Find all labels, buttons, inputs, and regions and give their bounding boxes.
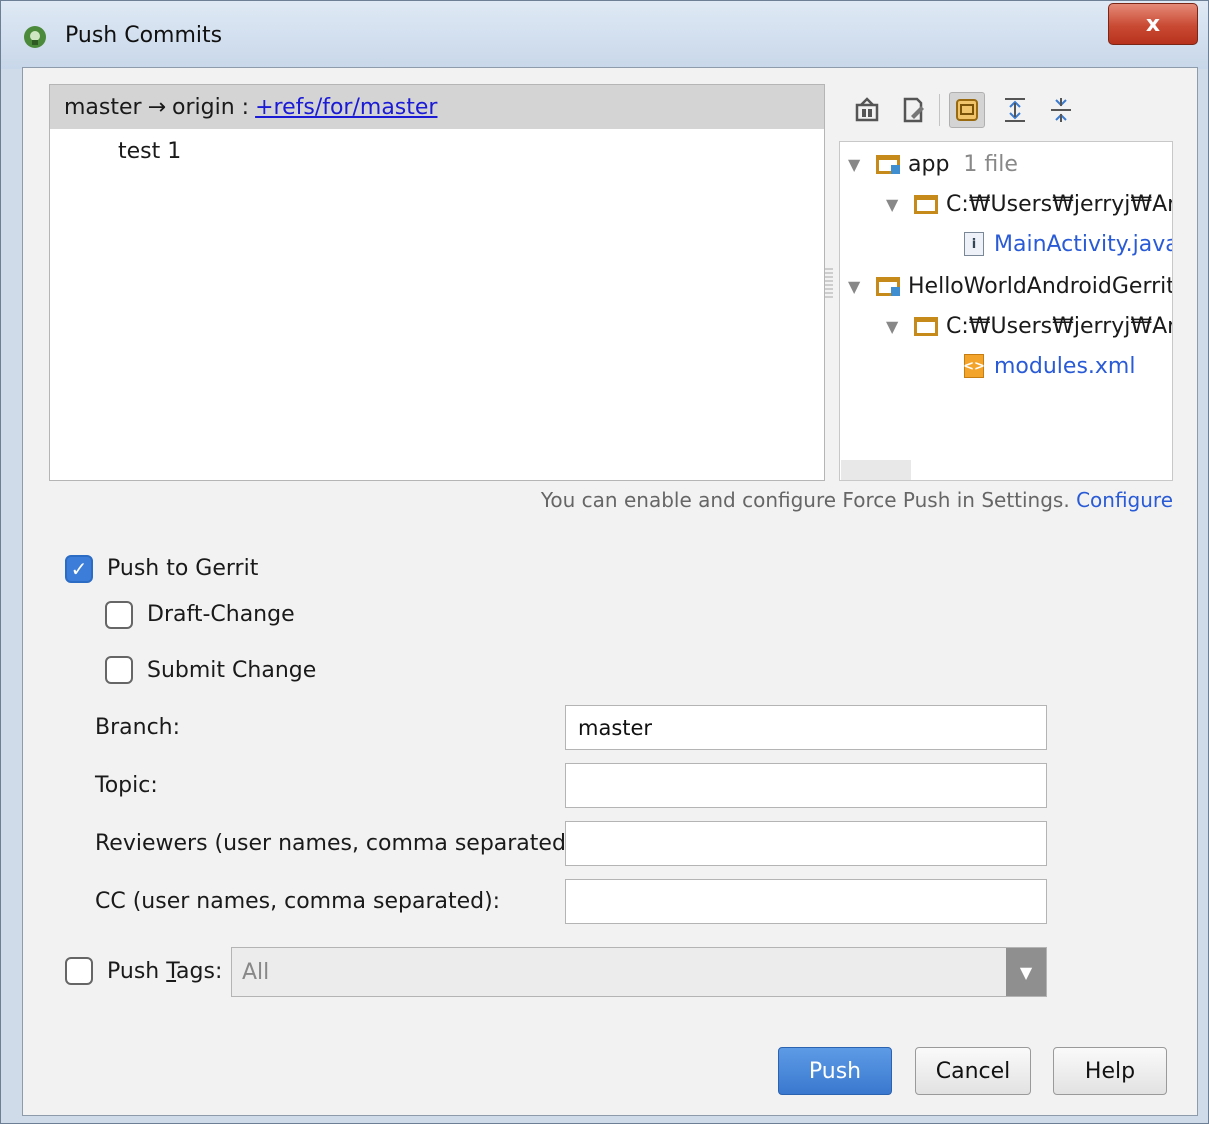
reviewers-label: Reviewers (user names, comma separated): [95, 831, 582, 856]
tree-node-label: modules.xml [994, 353, 1136, 379]
folder-icon [914, 194, 938, 214]
target-ref-link[interactable]: +refs/for/master [255, 95, 437, 120]
tree-node-modules-xml[interactable]: <> modules.xml [963, 348, 1136, 384]
splitter-handle[interactable] [825, 268, 833, 298]
collapse-all-icon[interactable] [1043, 92, 1079, 128]
push-tags-selected: All [242, 960, 270, 985]
local-branch: master [64, 94, 142, 120]
force-push-text: You can enable and configure Force Push … [540, 488, 1070, 512]
help-button[interactable]: Help [1053, 1047, 1167, 1095]
expand-all-icon[interactable] [997, 92, 1033, 128]
tree-node-label: HelloWorldAndroidGerrit [908, 273, 1173, 299]
dialog-content: master → origin : +refs/for/master test … [22, 67, 1198, 1116]
module-folder-icon [876, 276, 900, 296]
reviewers-field[interactable] [565, 821, 1047, 866]
push-tags-dropdown[interactable]: All ▼ [231, 947, 1047, 997]
push-spec-row[interactable]: master → origin : +refs/for/master [50, 85, 824, 129]
cancel-button[interactable]: Cancel [915, 1047, 1031, 1095]
push-tags-checkbox[interactable] [65, 957, 93, 985]
android-studio-icon [24, 26, 46, 48]
branch-field[interactable] [565, 705, 1047, 750]
window-title: Push Commits [65, 23, 223, 48]
cc-field[interactable] [565, 879, 1047, 924]
tree-node-label: MainActivity.java [994, 231, 1173, 257]
module-folder-icon [876, 154, 900, 174]
tree-node-project[interactable]: ▼ HelloWorldAndroidGerrit [848, 268, 1173, 304]
force-push-hint: You can enable and configure Force Push … [541, 488, 1173, 512]
commit-item[interactable]: test 1 [118, 139, 181, 164]
push-tags-label-suffix: ags: [176, 959, 223, 984]
push-commits-dialog: Push Commits x master → origin : +refs/f… [0, 0, 1209, 1124]
expand-triangle-icon[interactable]: ▼ [886, 195, 914, 214]
topic-label: Topic: [95, 773, 158, 798]
toolbar-separator [939, 94, 940, 126]
draft-change-checkbox[interactable] [105, 601, 133, 629]
tree-node-app[interactable]: ▼ app 1 file [848, 146, 1018, 182]
submit-change-label: Submit Change [147, 658, 317, 683]
configure-link[interactable]: Configure [1076, 488, 1173, 512]
branch-label: Branch: [95, 715, 181, 740]
push-to-gerrit-checkbox[interactable]: ✓ [65, 555, 93, 583]
file-count: 1 file [963, 151, 1018, 177]
draft-change-label: Draft-Change [147, 602, 295, 627]
changes-toolbar [849, 88, 1179, 134]
tree-node-label: C:₩Users₩jerryj₩And [946, 313, 1173, 339]
xml-file-icon: <> [963, 354, 985, 378]
group-by-directory-icon[interactable] [949, 92, 985, 128]
edit-source-icon[interactable] [895, 92, 931, 128]
tree-node-project-path[interactable]: ▼ C:₩Users₩jerryj₩And [886, 308, 1173, 344]
title-bar: Push Commits x [1, 1, 1208, 69]
push-button[interactable]: Push [778, 1047, 892, 1095]
tree-node-mainactivity[interactable]: i MainActivity.java [964, 226, 1173, 262]
changed-files-tree: ▼ app 1 file ▼ C:₩Users₩jerryj₩And i Mai… [839, 141, 1173, 481]
tree-node-app-path[interactable]: ▼ C:₩Users₩jerryj₩And [886, 186, 1173, 222]
java-file-icon: i [964, 232, 984, 256]
tree-node-label: C:₩Users₩jerryj₩And [946, 191, 1173, 217]
push-tags-label: Push Tags: [107, 959, 222, 984]
chevron-down-icon[interactable]: ▼ [1006, 948, 1046, 996]
folder-icon [914, 316, 938, 336]
remote-name: origin : [172, 94, 250, 120]
close-button[interactable]: x [1108, 3, 1198, 45]
expand-triangle-icon[interactable]: ▼ [848, 277, 876, 296]
push-tags-mnemonic: T [166, 959, 177, 984]
cc-label: CC (user names, comma separated): [95, 889, 501, 914]
arrow-icon: → [147, 94, 167, 120]
expand-triangle-icon[interactable]: ▼ [886, 317, 914, 336]
horizontal-scrollbar[interactable] [841, 460, 911, 480]
push-tags-label-prefix: Push [107, 959, 167, 984]
push-to-gerrit-label: Push to Gerrit [107, 556, 259, 581]
commit-tree: master → origin : +refs/for/master test … [49, 84, 825, 481]
topic-field[interactable] [565, 763, 1047, 808]
submit-change-checkbox[interactable] [105, 656, 133, 684]
close-icon: x [1145, 11, 1161, 37]
tree-node-label: app [908, 151, 950, 177]
expand-triangle-icon[interactable]: ▼ [848, 155, 876, 174]
checkmark-icon: ✓ [70, 557, 88, 581]
show-diff-icon[interactable] [849, 92, 885, 128]
